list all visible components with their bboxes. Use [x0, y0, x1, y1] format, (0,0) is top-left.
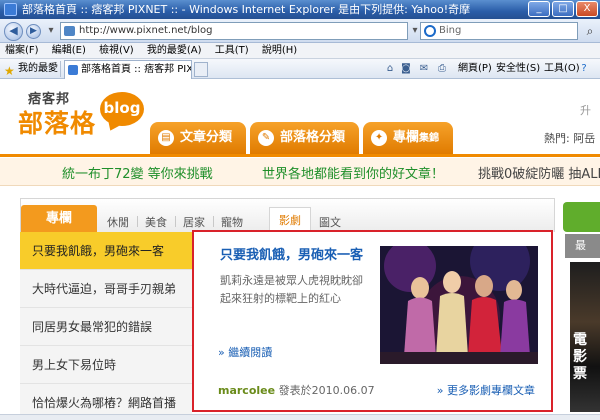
favorites-bar: ★ 我的最愛 部落格首頁 :: 痞客邦 PIXNET :: ⌂ ◙ ✉ ⎙ 網頁… — [0, 59, 600, 79]
feeds-icon[interactable]: ◙ — [400, 63, 412, 75]
category-pets[interactable]: 寵物 — [221, 214, 243, 230]
menu-help[interactable]: 說明(H) — [257, 43, 302, 59]
history-dropdown-icon[interactable]: ▾ — [44, 23, 58, 39]
close-button[interactable]: X — [576, 1, 598, 17]
promo-link-3[interactable]: 挑戰0破綻防曬 抽ALL — [478, 163, 600, 182]
list-item[interactable]: 大時代逼迫，哥哥手刃親弟 — [20, 270, 192, 308]
divider — [213, 216, 214, 227]
author-meta: marcolee 發表於2010.06.07 — [218, 382, 375, 398]
print-icon[interactable]: ⎙ — [436, 63, 448, 75]
book-icon: ▤ — [158, 130, 174, 146]
hot-keywords-label[interactable]: 熱門: 阿岳 — [544, 130, 595, 146]
tab-article-categories[interactable]: ▤ 文章分類 — [150, 122, 247, 154]
stage-performers-image — [380, 246, 538, 364]
list-item[interactable]: 同居男女最常犯的錯誤 — [20, 308, 192, 346]
page-icon — [64, 26, 75, 36]
search-input[interactable]: Bing — [420, 22, 578, 40]
window-titlebar: 部落格首頁 :: 痞客邦 PIXNET :: - Windows Interne… — [0, 0, 600, 19]
menu-favorites[interactable]: 我的最愛(A) — [142, 43, 207, 59]
featured-photo[interactable] — [380, 246, 538, 364]
window-title: 部落格首頁 :: 痞客邦 PIXNET :: - Windows Interne… — [22, 3, 471, 16]
list-item[interactable]: 男上女下易位時 — [20, 346, 192, 384]
favorites-star-icon[interactable]: ★ — [4, 61, 15, 81]
address-url: http://www.pixnet.net/blog — [79, 25, 213, 36]
category-bar: 專欄 休閒 美食 居家 寵物 影劇 圖文 — [20, 198, 555, 233]
back-arrow-icon[interactable]: ◀ — [4, 22, 23, 41]
list-item[interactable]: 只要我飢餓，男砲來一客 — [20, 232, 203, 270]
divider — [137, 216, 138, 227]
menu-file[interactable]: 檔案(F) — [0, 43, 44, 59]
status-bar — [0, 414, 600, 420]
menu-edit[interactable]: 編輯(E) — [47, 43, 91, 59]
promo-strip: 統一布丁72變 等你來挑戰 世界各地都能看到你的好文章！ 挑戰0破綻防曬 抽AL… — [0, 158, 600, 186]
web-page: 痞客邦 部落格 blog 升 ▤ 文章分類 ✎ 部落格分類 ✦ 專欄集錦 熱門:… — [0, 80, 600, 420]
tools-menu[interactable]: 工具(O) — [544, 59, 580, 79]
category-column[interactable]: 專欄 — [21, 205, 97, 233]
blog-logo-bubble[interactable]: blog — [100, 92, 144, 126]
menu-bar: 檔案(F) 編輯(E) 檢視(V) 我的最愛(A) 工具(T) 說明(H) — [0, 43, 600, 59]
tab-current[interactable]: 部落格首頁 :: 痞客邦 PIXNET :: — [64, 60, 192, 79]
home-icon[interactable]: ⌂ — [384, 63, 396, 75]
tab-blog-categories[interactable]: ✎ 部落格分類 — [250, 122, 360, 154]
tab-title: 部落格首頁 :: 痞客邦 PIXNET :: — [81, 64, 192, 75]
promo-link-1[interactable]: 統一布丁72變 等你來挑戰 — [62, 163, 213, 182]
tab-label-suffix: 集錦 — [419, 133, 440, 144]
ie-icon — [4, 3, 17, 16]
star-icon: ✦ — [371, 130, 388, 146]
window-controls: _ □ X — [528, 1, 598, 17]
address-input[interactable]: http://www.pixnet.net/blog — [60, 22, 408, 40]
page-icon — [68, 65, 78, 75]
divider — [175, 216, 176, 227]
logo-title[interactable]: 部落格 — [18, 104, 96, 140]
promo-link-2[interactable]: 世界各地都能看到你的好文章！ — [262, 163, 444, 182]
help-icon[interactable]: ? — [578, 63, 590, 75]
side-section-header: 最 — [565, 234, 600, 258]
tab-column-collection[interactable]: ✦ 專欄集錦 — [363, 122, 454, 154]
category-home[interactable]: 居家 — [183, 214, 205, 230]
page-menu[interactable]: 網頁(P) — [458, 59, 492, 79]
featured-title[interactable]: 只要我飢餓，男砲來一客 — [220, 244, 363, 263]
favorites-label[interactable]: 我的最愛 — [18, 59, 58, 79]
side-ad-text: 電影票 — [573, 332, 587, 382]
side-green-banner[interactable] — [563, 202, 600, 232]
minimize-button[interactable]: _ — [528, 1, 550, 17]
tab-label: 專欄 — [393, 130, 420, 145]
chat-icon: ✎ — [258, 130, 275, 146]
category-illustration[interactable]: 圖文 — [319, 214, 341, 230]
category-leisure[interactable]: 休閒 — [107, 214, 129, 230]
forward-arrow-icon[interactable]: ▶ — [26, 24, 41, 39]
tab-label: 文章分類 — [180, 130, 233, 145]
column-list: 只要我飢餓，男砲來一客 大時代逼迫，哥哥手刃親弟 同居男女最常犯的錯誤 男上女下… — [20, 232, 203, 420]
search-placeholder: Bing — [439, 25, 462, 36]
category-food[interactable]: 美食 — [145, 214, 167, 230]
mail-icon[interactable]: ✉ — [418, 63, 430, 75]
main-nav-tabs: ▤ 文章分類 ✎ 部落格分類 ✦ 專欄集錦 — [150, 122, 454, 154]
tab-label: 部落格分類 — [280, 130, 346, 145]
search-icon[interactable]: ⌕ — [582, 22, 598, 40]
bing-icon — [424, 25, 436, 37]
featured-article-panel: 只要我飢餓，男砲來一客 凱莉永遠是被眾人虎視眈眈卻起來狂射的標靶上的紅心 » 繼… — [192, 230, 553, 412]
post-date: 發表於2010.06.07 — [278, 384, 375, 397]
header-right-text: 升 — [580, 104, 591, 117]
featured-excerpt: 凱莉永遠是被眾人虎視眈眈卻起來狂射的標靶上的紅心 — [220, 274, 363, 305]
author-link[interactable]: marcolee — [218, 384, 275, 397]
new-tab-button[interactable] — [194, 62, 208, 77]
divider — [60, 61, 61, 77]
safety-menu[interactable]: 安全性(S) — [496, 59, 540, 79]
more-movie-columns-link[interactable]: » 更多影劇專欄文章 — [437, 382, 535, 398]
nav-underline — [0, 154, 600, 157]
maximize-button[interactable]: □ — [552, 1, 574, 17]
address-toolbar: ◀ ▶ ▾ http://www.pixnet.net/blog ▾ Bing … — [0, 19, 600, 43]
menu-view[interactable]: 檢視(V) — [94, 43, 139, 59]
menu-tools[interactable]: 工具(T) — [210, 43, 254, 59]
read-more-link[interactable]: » 繼續閱讀 — [218, 344, 272, 360]
